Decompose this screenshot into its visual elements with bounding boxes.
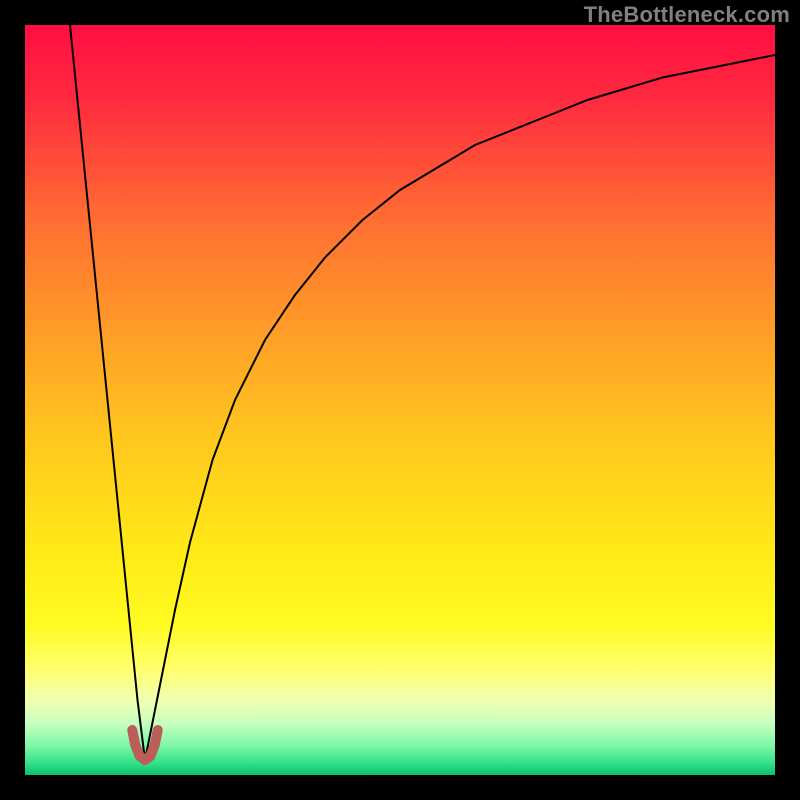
bottleneck-chart <box>25 25 775 775</box>
gradient-background <box>25 25 775 775</box>
chart-frame: TheBottleneck.com <box>0 0 800 800</box>
watermark-text: TheBottleneck.com <box>584 2 790 28</box>
